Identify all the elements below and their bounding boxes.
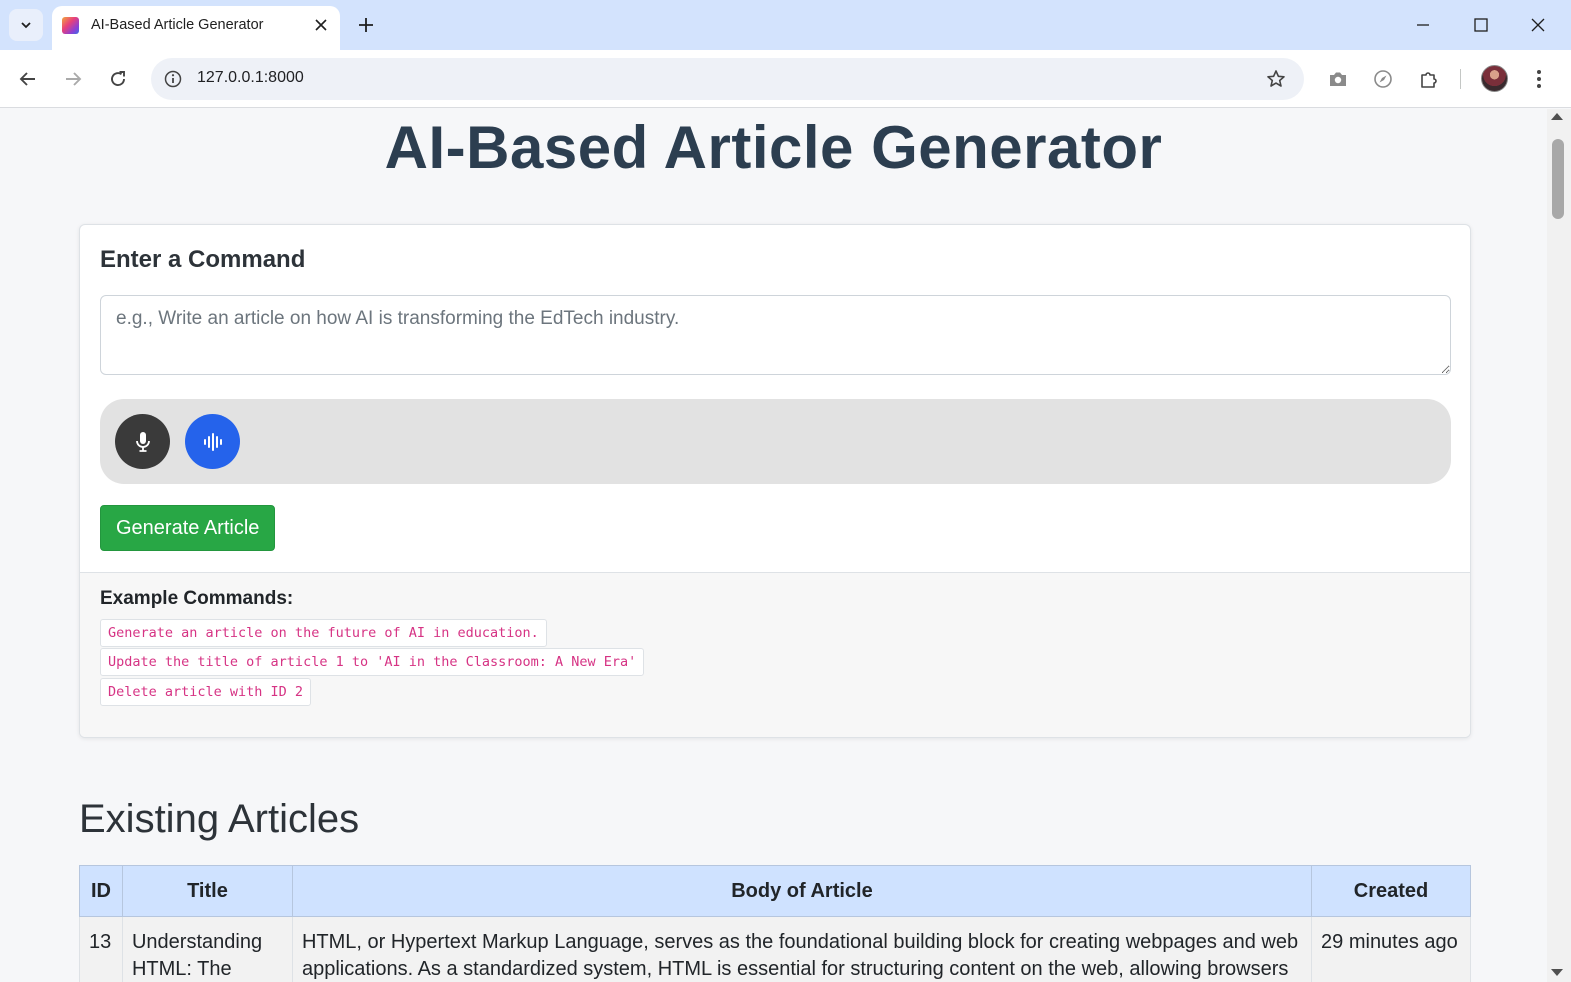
window-close-button[interactable] bbox=[1523, 10, 1553, 40]
page-title: AI-Based Article Generator bbox=[384, 114, 1163, 181]
toolbar-separator bbox=[1460, 69, 1461, 89]
favicon-icon bbox=[62, 17, 79, 34]
camera-icon[interactable] bbox=[1325, 66, 1351, 92]
url-text: 127.0.0.1:8000 bbox=[197, 69, 304, 86]
tab-title: AI-Based Article Generator bbox=[91, 17, 264, 33]
chevron-down-icon bbox=[21, 22, 31, 29]
example-commands-heading: Example Commands: bbox=[100, 588, 294, 609]
browser-tab-active[interactable]: AI-Based Article Generator bbox=[52, 6, 340, 50]
extensions-icon[interactable] bbox=[1416, 66, 1442, 92]
browser-toolbar: 127.0.0.1:8000 bbox=[0, 50, 1571, 108]
tab-close-button[interactable] bbox=[310, 14, 332, 36]
voice-wave-button[interactable] bbox=[185, 414, 240, 469]
maximize-icon bbox=[1474, 18, 1488, 32]
arrow-right-icon bbox=[66, 72, 82, 86]
command-input[interactable] bbox=[100, 295, 1451, 375]
example-commands-panel: Example Commands: Generate an article on… bbox=[80, 572, 1470, 737]
voice-control-bar bbox=[100, 399, 1451, 484]
more-menu-icon[interactable] bbox=[1526, 66, 1552, 92]
command-card: Enter a Command Generate Article Example… bbox=[79, 224, 1471, 738]
reload-button[interactable] bbox=[102, 63, 134, 95]
back-button[interactable] bbox=[12, 63, 44, 95]
existing-articles-heading: Existing Articles bbox=[79, 797, 360, 841]
profile-avatar[interactable] bbox=[1481, 65, 1508, 92]
page-scrollbar[interactable] bbox=[1547, 109, 1571, 982]
site-info-icon[interactable] bbox=[161, 67, 185, 91]
compass-icon[interactable] bbox=[1370, 66, 1396, 92]
article-title-cell: Understanding HTML: The bbox=[121, 916, 293, 982]
audio-wave-icon bbox=[203, 432, 222, 451]
maximize-button[interactable] bbox=[1466, 10, 1496, 40]
close-icon bbox=[1531, 18, 1545, 32]
column-header-body: Body of Article bbox=[291, 865, 1313, 917]
bookmark-star-icon[interactable] bbox=[1264, 67, 1288, 91]
minimize-icon bbox=[1417, 24, 1429, 26]
forward-button[interactable] bbox=[57, 63, 89, 95]
browser-tab-bar: AI-Based Article Generator bbox=[0, 0, 1571, 50]
example-command-item[interactable]: Delete article with ID 2 bbox=[100, 678, 312, 706]
close-icon bbox=[315, 19, 327, 31]
microphone-button[interactable] bbox=[115, 414, 170, 469]
column-header-created: Created bbox=[1311, 865, 1471, 917]
scroll-up-arrow-icon[interactable] bbox=[1551, 113, 1563, 120]
generate-article-button[interactable]: Generate Article bbox=[100, 505, 276, 551]
microphone-icon bbox=[135, 431, 150, 452]
article-created-cell: 29 minutes ago bbox=[1311, 916, 1471, 982]
scroll-thumb[interactable] bbox=[1552, 139, 1564, 219]
column-header-title: Title bbox=[121, 865, 293, 917]
minimize-button[interactable] bbox=[1408, 10, 1438, 40]
column-header-id: ID bbox=[79, 865, 123, 917]
article-id-cell: 13 bbox=[79, 916, 123, 982]
plus-icon bbox=[359, 18, 373, 32]
scroll-down-arrow-icon[interactable] bbox=[1551, 969, 1563, 976]
example-command-item[interactable]: Update the title of article 1 to 'AI in … bbox=[100, 648, 645, 676]
page-viewport: AI-Based Article Generator Enter a Comma… bbox=[0, 109, 1547, 982]
table-header-row: ID Title Body of Article Created bbox=[79, 865, 1471, 917]
articles-table: ID Title Body of Article Created 13 Unde… bbox=[79, 865, 1471, 982]
example-command-item[interactable]: Generate an article on the future of AI … bbox=[100, 619, 547, 647]
reload-icon bbox=[111, 71, 125, 86]
command-card-heading: Enter a Command bbox=[100, 246, 306, 273]
new-tab-button[interactable] bbox=[352, 11, 380, 39]
article-body-cell: HTML, or Hypertext Markup Language, serv… bbox=[291, 916, 1313, 982]
arrow-left-icon bbox=[19, 72, 35, 86]
tab-search-button[interactable] bbox=[9, 9, 43, 41]
table-row[interactable]: 13 Understanding HTML: The HTML, or Hype… bbox=[79, 916, 1471, 982]
address-bar[interactable]: 127.0.0.1:8000 bbox=[151, 58, 1304, 100]
